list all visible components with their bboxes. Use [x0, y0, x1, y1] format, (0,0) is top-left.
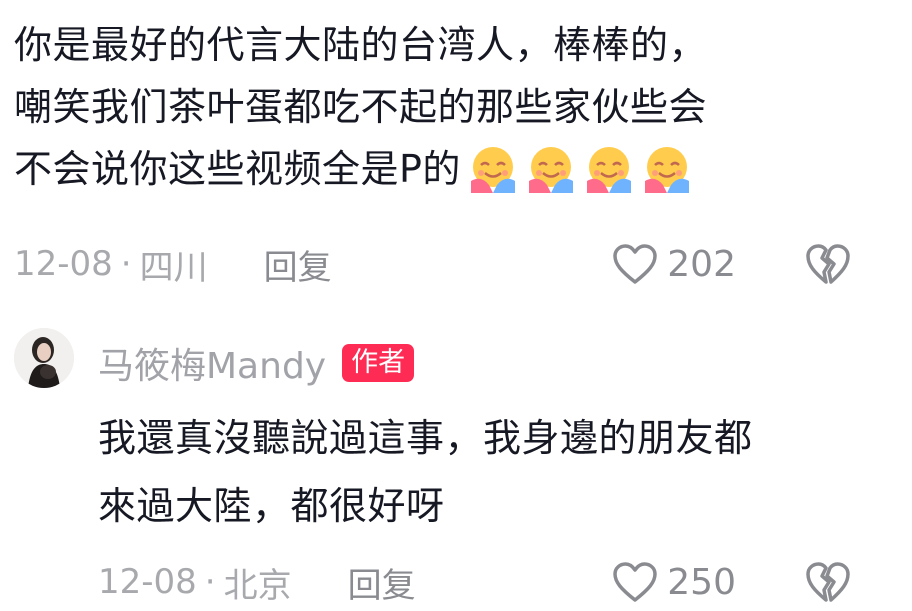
- hug-face-emoji-icon: [528, 147, 573, 193]
- comment-line: 來過大陸，都很好呀: [98, 484, 445, 528]
- comment-meta: 12-08 · 四川 回复 202: [14, 238, 852, 290]
- comment-date: 12-08: [14, 244, 113, 284]
- comment-line: 嘲笑我们茶叶蛋都吃不起的那些家伙些会: [14, 85, 708, 129]
- author-row: 马筱梅Mandy 作者: [98, 337, 415, 389]
- author-name[interactable]: 马筱梅Mandy: [98, 337, 326, 389]
- broken-heart-icon[interactable]: [804, 240, 852, 288]
- comment-line: 我還真沒聽說過這事，我身邊的朋友都: [98, 416, 753, 460]
- hug-face-emoji-icon: [586, 147, 631, 193]
- like-count: 250: [667, 561, 736, 603]
- comment-body: 你是最好的代言大陆的台湾人，棒棒的， 嘲笑我们茶叶蛋都吃不起的那些家伙些会 不会…: [14, 14, 894, 200]
- like-count: 202: [667, 243, 736, 285]
- comment-line: 你是最好的代言大陆的台湾人，棒棒的，: [14, 23, 708, 67]
- comment-body: 我還真沒聽說過這事，我身邊的朋友都 來過大陸，都很好呀: [98, 404, 898, 540]
- hug-face-emoji-icon: [470, 147, 515, 193]
- hug-face-emoji-icon: [644, 147, 689, 193]
- meta-separator: ·: [204, 562, 216, 602]
- heart-outline-icon: [613, 244, 658, 284]
- heart-outline-icon: [613, 562, 658, 602]
- comment-line: 不会说你这些视频全是P的: [14, 147, 461, 191]
- like-button[interactable]: 250: [611, 560, 736, 604]
- comment-item: 马筱梅Mandy 作者 我還真沒聽說過這事，我身邊的朋友都 來過大陸，都很好呀 …: [0, 318, 912, 611]
- comment-date: 12-08: [98, 562, 197, 602]
- broken-heart-icon[interactable]: [804, 558, 852, 606]
- comment-location: 北京: [223, 565, 292, 606]
- reply-button[interactable]: 回复: [264, 240, 332, 289]
- author-badge: 作者: [342, 344, 415, 382]
- comment-item: 你是最好的代言大陆的台湾人，棒棒的， 嘲笑我们茶叶蛋都吃不起的那些家伙些会 不会…: [0, 0, 912, 300]
- avatar[interactable]: [14, 328, 74, 388]
- comment-location: 四川: [139, 247, 208, 288]
- meta-separator: ·: [120, 244, 132, 284]
- avatar-image: [14, 328, 74, 388]
- reply-button[interactable]: 回复: [348, 558, 416, 607]
- like-button[interactable]: 202: [611, 242, 736, 286]
- comment-meta: 12-08 · 北京 回复 250: [98, 556, 852, 608]
